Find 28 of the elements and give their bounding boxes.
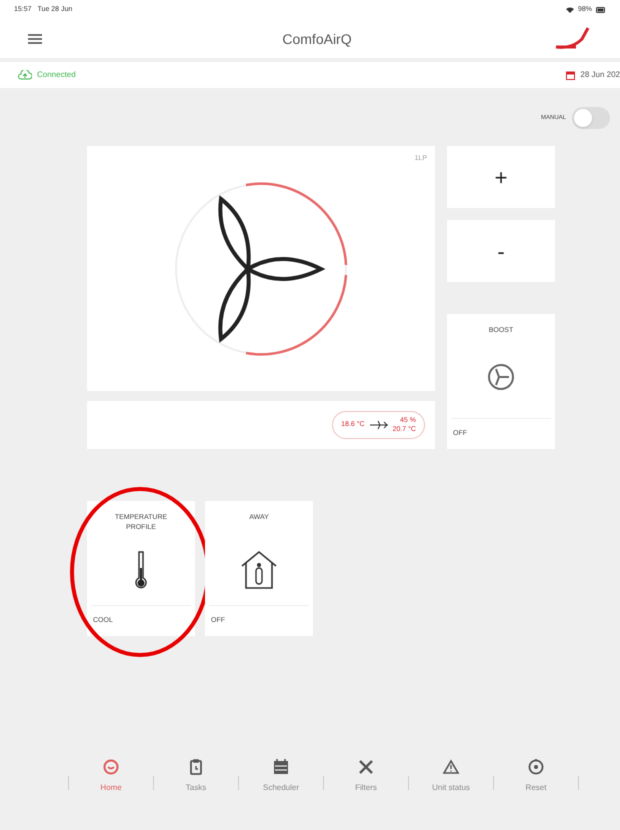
menu-icon[interactable] (28, 34, 42, 44)
connection-status: Connected (37, 69, 76, 81)
current-date: 28 Jun 202 (580, 69, 620, 81)
fan-icon (218, 196, 323, 340)
wifi-icon (566, 7, 574, 13)
status-icon (442, 758, 460, 776)
nav-tab[interactable]: Filters (324, 758, 408, 794)
app-title: ComfoAirQ (282, 30, 352, 49)
manual-toggle[interactable] (572, 107, 610, 129)
house-icon (240, 550, 278, 590)
adjust-button[interactable]: - (447, 220, 555, 282)
calendar-icon (566, 70, 576, 80)
adjust-button[interactable]: + (447, 146, 555, 208)
airflow-icon (370, 420, 388, 430)
nav-tab[interactable]: Tasks (154, 758, 238, 794)
cloud-icon (18, 70, 32, 80)
home-icon (102, 758, 120, 776)
fan-icon (487, 363, 515, 392)
battery-icon (596, 7, 606, 13)
scheduler-icon (272, 758, 290, 776)
nav-tab[interactable]: Home (69, 758, 153, 794)
tasks-icon (187, 758, 205, 776)
nav-tab[interactable]: Reset (494, 758, 578, 794)
thermometer-icon (134, 550, 148, 590)
nav-tab[interactable]: Unit status (409, 758, 493, 794)
filters-icon (357, 758, 375, 776)
reset-icon (527, 758, 545, 776)
nav-tab[interactable]: Scheduler (239, 758, 323, 794)
